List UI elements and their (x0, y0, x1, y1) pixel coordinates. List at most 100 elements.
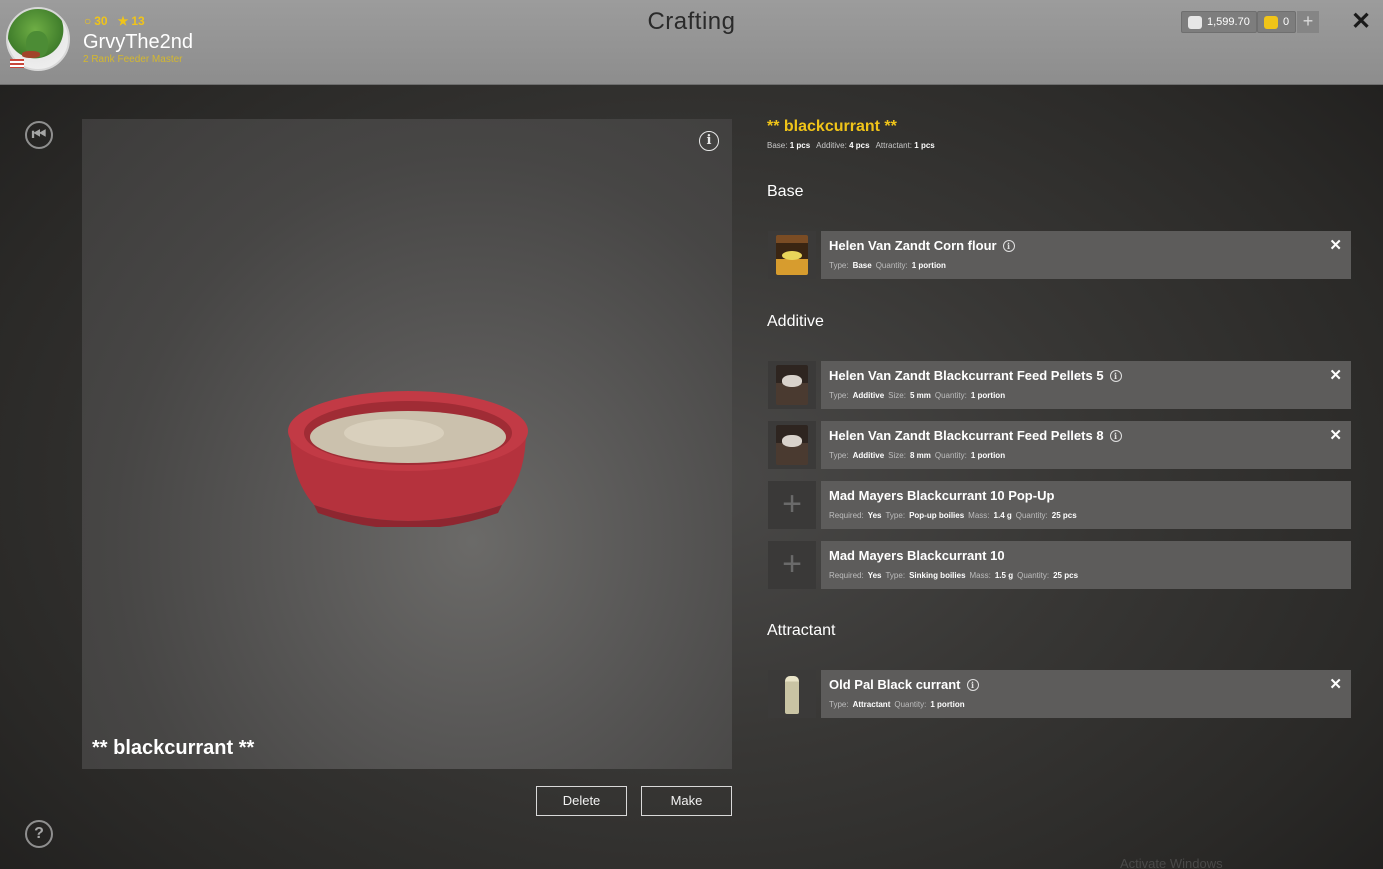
meta-value: 5 mm (909, 391, 931, 400)
meta-label: Type: (829, 261, 849, 270)
preview-item-name: ** blackcurrant ** (92, 737, 255, 759)
remove-icon[interactable]: ✕ (1329, 675, 1342, 693)
add-ingredient-slot[interactable]: + (768, 481, 816, 529)
ingredient-meta: Type: Additive Size: 8 mm Quantity: 1 porti… (829, 451, 1005, 460)
ingredient-meta: Required: Yes Type: Sinking boilies Mass: 1… (829, 571, 1078, 580)
delete-button[interactable]: Delete (536, 786, 627, 816)
attractant-bottle-icon (785, 676, 799, 714)
remove-icon[interactable]: ✕ (1329, 236, 1342, 254)
meta-label: Type: (885, 511, 906, 520)
meta-value: 8 mm (909, 451, 931, 460)
meta-label: Mass: (968, 511, 990, 520)
meta-label: Type: (829, 700, 849, 709)
item-thumbnail[interactable] (768, 670, 816, 718)
back-icon[interactable]: ⏮ (25, 121, 53, 149)
meta-value: 25 pcs (1053, 571, 1079, 580)
ingredient-meta: Type: Attractant Quantity: 1 portion (829, 700, 965, 709)
info-icon[interactable]: i (1002, 239, 1015, 252)
ingredient-name-text: Helen Van Zandt Blackcurrant Feed Pellet… (829, 368, 1104, 383)
info-icon[interactable]: i (699, 131, 719, 151)
page-title: Crafting (647, 8, 736, 35)
summary-attractant-label: Attractant: (875, 141, 913, 150)
ingredient-name: Helen Van Zandt Blackcurrant Feed Pellet… (829, 428, 1122, 443)
silver-coin-icon (1188, 15, 1202, 29)
ingredient-name-text: Old Pal Black currant (829, 677, 961, 692)
silver-amount: 1,599.70 (1207, 16, 1250, 28)
gold-balance: 0 (1257, 11, 1297, 33)
ingredient-name-text: Mad Mayers Blackcurrant 10 Pop-Up (829, 488, 1055, 503)
item-thumbnail[interactable] (768, 231, 816, 279)
ingredient-slot[interactable]: Helen Van Zandt Blackcurrant Feed Pellet… (821, 421, 1351, 469)
summary-attractant: Attractant: 1 pcs (876, 141, 935, 150)
summary-additive-label: Additive: (816, 141, 847, 150)
ingredient-name-text: Helen Van Zandt Corn flour (829, 238, 997, 253)
help-icon[interactable]: ? (25, 820, 53, 848)
meta-value: Yes (867, 511, 882, 520)
meta-value: Additive (852, 451, 885, 460)
close-icon[interactable]: ✕ (1348, 9, 1374, 35)
info-icon[interactable]: i (966, 678, 979, 691)
meta-label: Quantity: (1017, 571, 1050, 580)
ingredient-meta: Type: Base Quantity: 1 portion (829, 261, 946, 270)
gold-amount: 0 (1283, 16, 1290, 28)
meta-value: 1.5 g (994, 571, 1014, 580)
ingredient-meta: Required: Yes Type: Pop-up boilies Mass: 1.… (829, 511, 1077, 520)
plus-icon: + (782, 545, 802, 583)
summary-additive: Additive: 4 pcs (816, 141, 869, 150)
recipe-summary: Base: 1 pcs Additive: 4 pcs Attractant: … (767, 141, 935, 150)
meta-label: Type: (885, 571, 906, 580)
avatar-mouth (22, 51, 40, 58)
meta-label: Required: (829, 511, 864, 520)
os-watermark: Activate Windows (1120, 856, 1223, 869)
meta-label: Required: (829, 571, 864, 580)
pellet-bag-icon (776, 365, 808, 405)
section-title-attractant: Attractant (767, 622, 836, 639)
ingredient-name-text: Mad Mayers Blackcurrant 10 (829, 548, 1005, 563)
meta-label: Quantity: (934, 451, 967, 460)
meta-label: Mass: (969, 571, 991, 580)
meta-label: Quantity: (875, 261, 908, 270)
silver-balance: 1,599.70 (1181, 11, 1257, 33)
info-icon[interactable]: i (1109, 429, 1122, 442)
ingredient-slot[interactable]: Old Pal Black currant i Type: Attractant Q… (821, 670, 1351, 718)
summary-attractant-value: 1 pcs (914, 141, 935, 150)
meta-value: Sinking boilies (909, 571, 966, 580)
meta-value: 1 portion (970, 391, 1006, 400)
ingredient-slot[interactable]: Mad Mayers Blackcurrant 10 Required: Yes … (821, 541, 1351, 589)
ingredient-slot[interactable]: Helen Van Zandt Blackcurrant Feed Pellet… (821, 361, 1351, 409)
ingredient-name: Mad Mayers Blackcurrant 10 (829, 548, 1005, 563)
item-preview: i ** blackcurrant ** (82, 119, 732, 769)
meta-value: Additive (852, 391, 885, 400)
add-ingredient-slot[interactable]: + (768, 541, 816, 589)
ingredient-meta: Type: Additive Size: 5 mm Quantity: 1 porti… (829, 391, 1005, 400)
gold-coin-icon (1264, 15, 1278, 29)
plus-icon: + (782, 485, 802, 523)
meta-value: Pop-up boilies (909, 511, 965, 520)
ingredient-slot[interactable]: Helen Van Zandt Corn flour i Type: Base Qu… (821, 231, 1351, 279)
summary-additive-value: 4 pcs (849, 141, 870, 150)
summary-base: Base: 1 pcs (767, 141, 810, 150)
ingredient-slot[interactable]: Mad Mayers Blackcurrant 10 Pop-Up Requir… (821, 481, 1351, 529)
summary-base-value: 1 pcs (789, 141, 811, 150)
corn-flour-bag-icon (776, 235, 808, 275)
ingredient-name-text: Helen Van Zandt Blackcurrant Feed Pellet… (829, 428, 1104, 443)
meta-label: Quantity: (934, 391, 967, 400)
pellet-bag-icon (776, 425, 808, 465)
meta-label: Quantity: (1015, 511, 1048, 520)
meta-value: Base (852, 261, 872, 270)
recipe-title: ** blackcurrant ** (767, 118, 897, 135)
info-icon[interactable]: i (1109, 369, 1122, 382)
section-title-base: Base (767, 183, 804, 200)
add-currency-button[interactable]: + (1297, 11, 1319, 33)
remove-icon[interactable]: ✕ (1329, 426, 1342, 444)
ingredient-name: Old Pal Black currant i (829, 677, 979, 692)
meta-value: Yes (867, 571, 882, 580)
item-thumbnail[interactable] (768, 421, 816, 469)
remove-icon[interactable]: ✕ (1329, 366, 1342, 384)
section-title-additive: Additive (767, 313, 824, 330)
meta-label: Quantity: (894, 700, 927, 709)
item-thumbnail[interactable] (768, 361, 816, 409)
meta-value: 1 portion (970, 451, 1006, 460)
meta-value: 1 portion (911, 261, 946, 270)
make-button[interactable]: Make (641, 786, 732, 816)
